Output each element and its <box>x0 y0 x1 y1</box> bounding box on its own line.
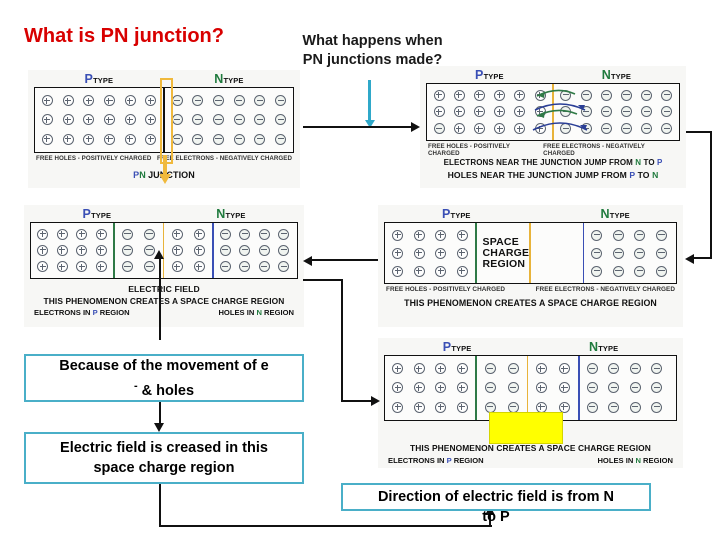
p-type-label: PTYPE <box>84 72 114 86</box>
p-region <box>385 223 475 283</box>
connector-branch-top <box>303 279 343 282</box>
charge-captions: Free Holes - Positively charged Free Ele… <box>426 141 680 157</box>
connector-d1-to-d2-line <box>303 126 413 129</box>
p-region <box>35 88 163 152</box>
caption-free-electrons: Free Electrons - Negatively charged <box>535 285 675 293</box>
caption-free-holes: Free Holes - Positively charged <box>386 285 506 293</box>
n-type-label: NTYPE <box>216 207 246 221</box>
gold-junction-marker <box>160 78 173 164</box>
n-type-label: NTYPE <box>214 72 244 86</box>
connector-branch-bottom <box>341 400 373 403</box>
depletion-n-side <box>164 223 212 278</box>
holes-in-n-region: HOLES IN N REGION <box>218 308 294 317</box>
connector-d3-to-d4-line <box>312 259 378 262</box>
connector-callout2-down <box>159 484 162 527</box>
callout-field-direction: Direction of electric field is from N <box>341 483 651 511</box>
electrons-in-p-region: ELECTRONS IN P REGION <box>34 308 130 317</box>
connector-d2-to-d3-bottom <box>694 256 712 260</box>
phenomenon-footer: THIS PHENOMENON CREATES A SPACE CHARGE R… <box>404 297 657 308</box>
holes-in-n-region: HOLES IN N REGION <box>597 456 673 465</box>
gold-arrow-head <box>158 174 171 184</box>
electric-field-label: ELECTRIC FIELD <box>128 284 200 294</box>
semiconductor-bar: SPACE CHARGE REGION <box>384 222 677 284</box>
region-labels: ELECTRONS IN P REGION HOLES IN N REGION <box>384 453 677 465</box>
electric-field-arrow-head <box>154 250 164 259</box>
callout-electric-field-line1: Electric field is creased in this <box>60 440 268 456</box>
caption-free-holes: Free Holes - Positively charged <box>428 142 510 157</box>
p-type-label: PTYPE <box>475 68 504 82</box>
callout-field-direction-line1: Direction of electric field is from N <box>377 489 615 505</box>
n-region <box>554 84 679 140</box>
callout-movement-superscript: - <box>133 379 138 392</box>
cyan-arrow-shaft <box>368 80 371 122</box>
n-type-label: NTYPE <box>588 340 619 354</box>
yellow-highlight-block <box>489 412 563 444</box>
region-labels: ELECTRONS IN P REGION HOLES IN N REGION <box>30 306 298 317</box>
space-charge-region-spacer <box>531 223 583 283</box>
p-region <box>31 223 113 278</box>
p-type-label: PTYPE <box>442 207 471 221</box>
electrons-in-p-region: ELECTRONS IN P REGION <box>388 456 484 465</box>
holes-jump-line: HOLES NEAR THE JUNCTION JUMP FROM P TO N <box>447 169 659 180</box>
page-subtitle: What happens when PN junctions made? <box>280 32 465 70</box>
diagram-space-charge-highlight: PTYPE NTYPE THIS PHENOMENON CREATES A SP… <box>378 338 683 468</box>
p-type-label: PTYPE <box>82 207 112 221</box>
callout-movement: Because of the movement of e - & holes <box>24 354 304 402</box>
connector-d2-to-d3-top <box>686 131 712 134</box>
electric-field-arrow-shaft <box>159 258 162 340</box>
n-type-label: NTYPE <box>601 68 631 82</box>
n-type-label: NTYPE <box>600 207 630 221</box>
n-region <box>584 223 674 283</box>
connector-d3-to-d4-arrow <box>303 256 312 266</box>
electrons-jump-line: ELECTRONS NEAR THE JUNCTION JUMP FROM N … <box>443 157 663 167</box>
n-region <box>214 223 296 278</box>
depletion-p-side <box>477 356 527 420</box>
p-type-label: PTYPE <box>442 340 472 354</box>
connector-branch-vertical <box>341 279 344 402</box>
p-region <box>427 84 552 140</box>
caption-free-electrons: Free Electrons - Negatively charged <box>543 142 645 157</box>
charge-captions: Free Holes - Positively charged Free Ele… <box>384 284 677 293</box>
connector-callout1-to-callout2-arrow <box>154 423 164 432</box>
n-region <box>580 356 670 420</box>
semiconductor-bar <box>426 83 680 141</box>
callout-electric-field-line2: space charge region <box>93 460 235 476</box>
depletion-n-side <box>528 356 578 420</box>
callout-movement-line2: & holes <box>141 382 195 399</box>
diagram-carriers-jump: PTYPE NTYPE Free Holes - Posit <box>420 66 686 188</box>
n-region <box>165 88 293 152</box>
diagram-space-charge-region: PTYPE NTYPE SPACE CHARGE REGION Free Hole… <box>378 205 683 327</box>
page-subtitle-line1: What happens when <box>302 33 443 49</box>
caption-free-electrons: Free Electrons - Negatively charged <box>156 154 292 162</box>
callout-field-direction-line2: to P <box>482 509 510 525</box>
caption-free-holes: Free Holes - Positively charged <box>36 154 152 162</box>
page-title: What is PN junction? <box>24 25 224 47</box>
callout-movement-line1: Because of the movement of e <box>59 357 269 374</box>
connector-d1-to-d2-arrow <box>411 121 420 132</box>
connector-d2-to-d3-arrow <box>685 254 694 264</box>
callout-electric-field: Electric field is creased in this space … <box>24 432 304 484</box>
phenomenon-footer: THIS PHENOMENON CREATES A SPACE CHARGE R… <box>43 296 285 306</box>
connector-branch-arrow <box>371 395 380 406</box>
diagram-electric-field: PTYPE NTYPE ELECTRIC FIELD THIS PHENOMEN… <box>24 205 304 327</box>
semiconductor-bar <box>30 222 298 279</box>
gold-arrow-shaft <box>162 155 167 175</box>
space-charge-region-label: SPACE CHARGE REGION <box>482 235 530 270</box>
connector-d2-to-d3-vertical <box>709 131 712 259</box>
p-region <box>385 356 475 420</box>
